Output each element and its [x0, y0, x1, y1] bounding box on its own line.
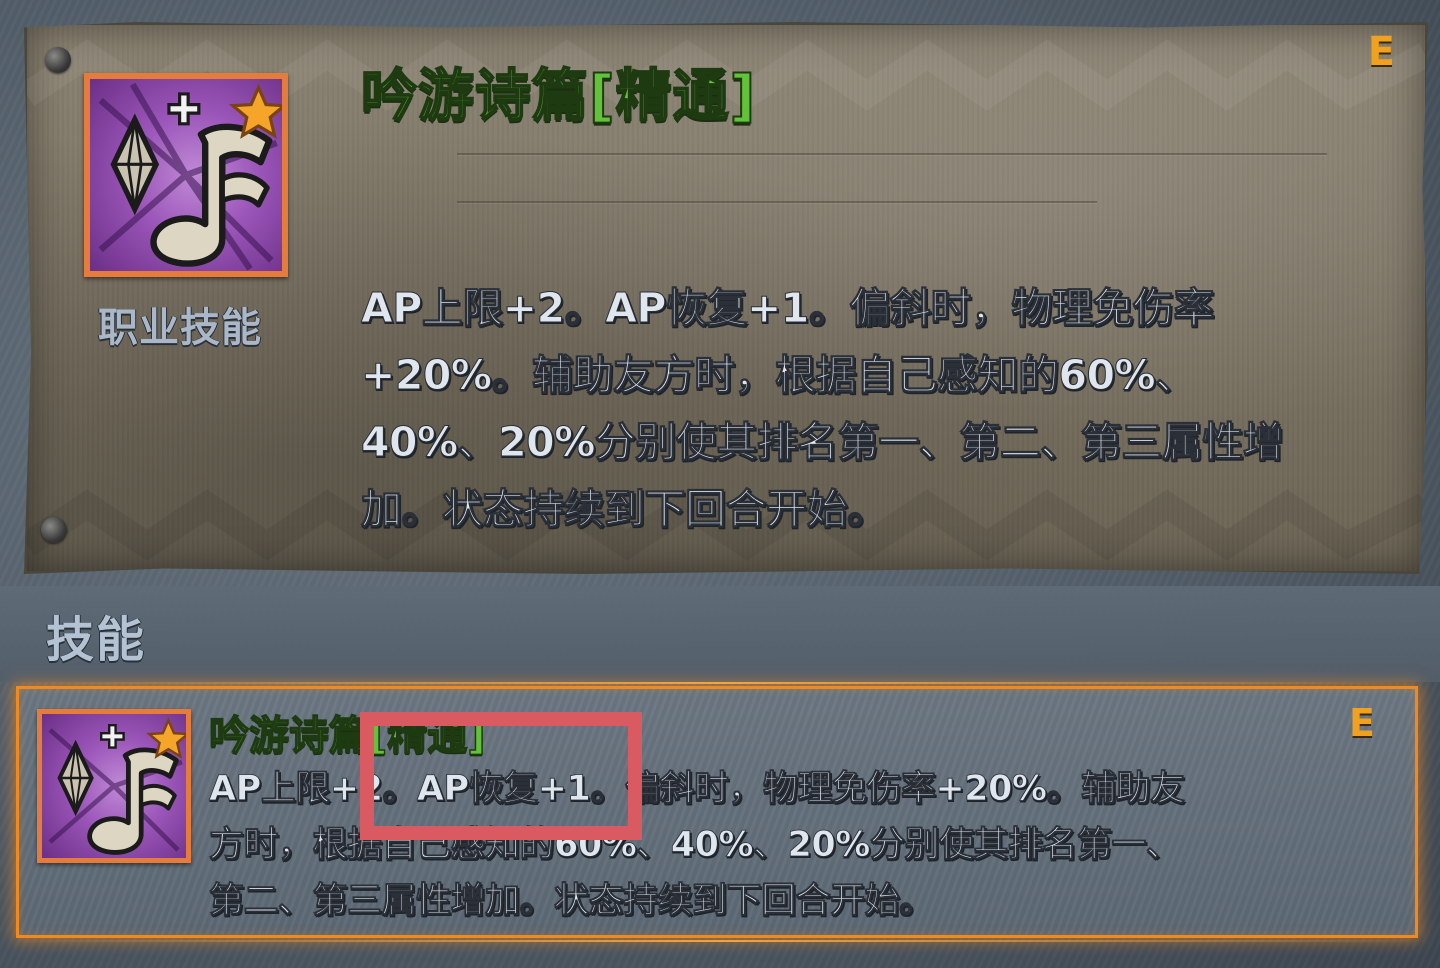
- selection-glow-line: [10, 940, 1430, 942]
- selection-glow-line: [10, 682, 1430, 684]
- bard-music-note-skill-icon: [98, 82, 282, 271]
- rivet-decoration: [45, 47, 71, 73]
- section-header-band: [0, 586, 1440, 682]
- skill-title: 吟游诗篇[精通]: [360, 63, 757, 130]
- bard-music-note-skill-icon: [48, 717, 186, 855]
- skill-detail-card: 职业技能 吟游诗篇[精通] E AP上限+2。AP恢复+1。偏斜时，物理免伤率+…: [24, 22, 1428, 574]
- divider-line: [457, 201, 1097, 203]
- section-title: 技能: [46, 612, 147, 668]
- skill-grade-badge: E: [1349, 701, 1375, 745]
- class-skill-label: 职业技能: [98, 305, 262, 351]
- skill-list-item-description: AP上限+2。AP恢复+1。偏斜时，物理免伤率+20%。辅助友方时，根据自己感知…: [209, 769, 1186, 922]
- skill-list-item-title: 吟游诗篇[精通]: [208, 712, 486, 760]
- skill-description: AP上限+2。AP恢复+1。偏斜时，物理免伤率+20%。辅助友方时，根据自己感知…: [361, 284, 1285, 534]
- skill-icon-frame: [84, 73, 288, 277]
- skill-grade-badge: E: [1367, 29, 1395, 75]
- rivet-decoration: [41, 517, 67, 543]
- skill-icon-frame: [37, 709, 191, 863]
- skill-list-item[interactable]: 吟游诗篇[精通] E AP上限+2。AP恢复+1。偏斜时，物理免伤率+20%。辅…: [16, 686, 1418, 938]
- divider-line: [457, 153, 1327, 155]
